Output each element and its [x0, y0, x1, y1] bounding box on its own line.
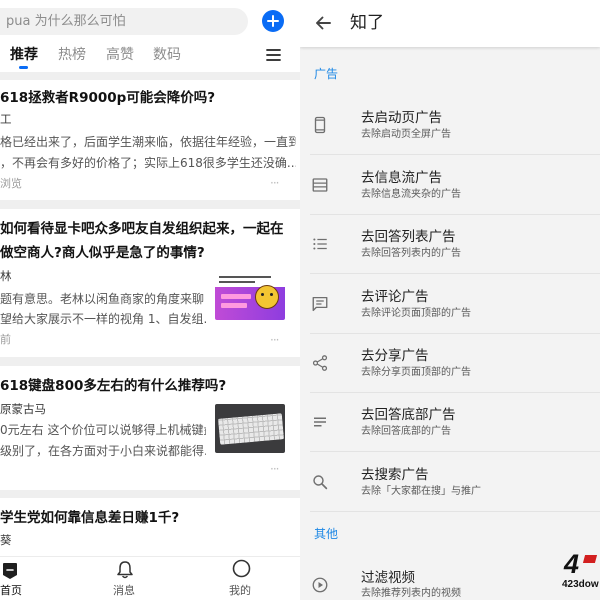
card-excerpt: 望给大家展示不一样的视角 1、自发组...: [0, 312, 206, 326]
app-bar: 知了: [300, 0, 600, 47]
play-circle-icon: [312, 577, 328, 593]
setting-row-filter-video[interactable]: 过滤视频 去除推荐列表内的视频: [300, 556, 600, 600]
add-button[interactable]: [262, 10, 284, 32]
card-author[interactable]: 林: [0, 268, 12, 284]
watermark-text: 423dow: [562, 579, 599, 590]
profile-icon[interactable]: [232, 559, 251, 578]
list-icon: [313, 238, 327, 250]
setting-subtitle: 去除回答底部的广告: [361, 426, 451, 437]
divider: [310, 511, 600, 512]
card-excerpt: ，不再会有多好的价格了；实际上618很多学生还没确...: [0, 156, 296, 170]
setting-row-answer-list-ad[interactable]: 去回答列表广告 去除回答列表内的广告: [300, 215, 600, 274]
setting-subtitle: 去除回答列表内的广告: [361, 248, 461, 259]
more-icon[interactable]: ···: [270, 332, 280, 348]
setting-subtitle: 去除推荐列表内的视频: [361, 588, 461, 599]
divider: [310, 273, 600, 274]
nav-profile[interactable]: 我的: [229, 584, 251, 597]
setting-row-answer-bottom-ad[interactable]: 去回答底部广告 去除回答底部的广告: [300, 393, 600, 452]
section-title-ads: 广告: [314, 67, 339, 81]
setting-row-feed-ad[interactable]: 去信息流广告 去除信息流夹杂的广告: [300, 156, 600, 215]
bottom-nav: 首页 消息 我的: [0, 556, 300, 600]
share-icon: [312, 355, 328, 371]
comment-icon: [312, 296, 328, 312]
nav-home[interactable]: 首页: [0, 584, 22, 597]
tab-digital[interactable]: 数码: [153, 45, 181, 65]
phone-icon: [314, 116, 326, 134]
more-icon[interactable]: ···: [270, 175, 280, 191]
setting-row-splash-ad[interactable]: 去启动页广告 去除启动页全屏广告: [300, 96, 600, 155]
divider: [310, 451, 600, 452]
card-title[interactable]: 618键盘800多左右的有什么推荐吗?: [0, 376, 296, 396]
more-icon[interactable]: ···: [270, 461, 280, 477]
card-excerpt: 级别了，在各方面对于小白来说都能得...: [0, 444, 206, 458]
tab-hot[interactable]: 热榜: [58, 45, 86, 65]
card-title[interactable]: 618拯救者R9000p可能会降价吗?: [0, 88, 296, 108]
card-author[interactable]: 葵: [0, 532, 12, 548]
search-icon: [313, 475, 328, 490]
active-tab-indicator: [19, 66, 28, 69]
setting-row-comment-ad[interactable]: 去评论广告 去除评论页面顶部的广告: [300, 275, 600, 334]
card-excerpt: 0元左右 这个价位可以说够得上机械键盘: [0, 423, 206, 437]
setting-title: 去评论广告: [361, 289, 429, 305]
watermark-logo: 4 423dow: [560, 550, 600, 595]
setting-title: 过滤视频: [361, 570, 415, 586]
setting-title: 去启动页广告: [361, 110, 442, 126]
card-title[interactable]: 学生党如何靠信息差日赚1千?: [0, 508, 296, 528]
search-input[interactable]: pua 为什么那么可怕: [6, 8, 126, 35]
card-author[interactable]: 工: [0, 111, 12, 127]
setting-row-search-ad[interactable]: 去搜索广告 去除「大家都在搜」与推广: [300, 453, 600, 512]
feed-panel: pua 为什么那么可怕 推荐 热榜 高赞 数码 618拯救者R9000p可能会降…: [0, 0, 300, 600]
search-bar[interactable]: pua 为什么那么可怕: [0, 8, 248, 35]
card-excerpt: 格已经出来了，后面学生潮来临，依据往年经验，一直到: [0, 135, 296, 149]
setting-title: 去信息流广告: [361, 170, 442, 186]
card-thumbnail[interactable]: [215, 404, 285, 453]
card-title[interactable]: 如何看待显卡吧众多吧友自发组织起来，一起在: [0, 219, 296, 239]
nav-messages[interactable]: 消息: [113, 584, 135, 597]
feed-icon: [312, 178, 328, 192]
card-meta: 前: [0, 333, 11, 346]
divider: [310, 154, 600, 155]
settings-panel: 知了 广告 去启动页广告 去除启动页全屏广告 去信息流广告 去除信息流夹杂的广告…: [300, 0, 600, 600]
tab-recommend[interactable]: 推荐: [10, 45, 38, 65]
setting-title: 去回答底部广告: [361, 407, 456, 423]
setting-subtitle: 去除「大家都在搜」与推广: [361, 486, 481, 497]
tab-top-voted[interactable]: 高赞: [106, 45, 134, 65]
bell-icon[interactable]: [116, 560, 134, 579]
setting-title: 去搜索广告: [361, 467, 429, 483]
setting-subtitle: 去除信息流夹杂的广告: [361, 189, 461, 200]
feed-card[interactable]: 学生党如何靠信息差日赚1千? 葵: [0, 498, 300, 556]
home-icon[interactable]: [2, 562, 18, 580]
page-title: 知了: [350, 13, 384, 33]
feed-card[interactable]: 如何看待显卡吧众多吧友自发组织起来，一起在 做空商人?商人似乎是急了的事情? 林…: [0, 209, 300, 357]
menu-icon[interactable]: [266, 48, 281, 62]
card-meta: 浏览: [0, 177, 22, 190]
setting-subtitle: 去除启动页全屏广告: [361, 129, 451, 140]
setting-row-share-ad[interactable]: 去分享广告 去除分享页面顶部的广告: [300, 334, 600, 393]
setting-title: 去回答列表广告: [361, 229, 456, 245]
card-title[interactable]: 做空商人?商人似乎是急了的事情?: [0, 243, 296, 263]
plus-icon: [267, 15, 279, 27]
card-thumbnail[interactable]: [215, 272, 285, 320]
card-excerpt: 题有意思。老林以闲鱼商家的角度来聊: [0, 292, 205, 306]
top-bar: pua 为什么那么可怕 推荐 热榜 高赞 数码: [0, 0, 300, 72]
notes-icon: [314, 417, 326, 427]
watermark-accent: [582, 555, 598, 563]
watermark-mark: 4: [564, 550, 580, 579]
setting-title: 去分享广告: [361, 348, 429, 364]
section-title-other: 其他: [314, 527, 339, 541]
arrow-back-icon[interactable]: [314, 14, 332, 32]
setting-subtitle: 去除评论页面顶部的广告: [361, 308, 471, 319]
feed-card[interactable]: 618拯救者R9000p可能会降价吗? 工 格已经出来了，后面学生潮来临，依据往…: [0, 80, 300, 200]
feed-card[interactable]: 618键盘800多左右的有什么推荐吗? 原蒙古马 0元左右 这个价位可以说够得上…: [0, 366, 300, 490]
setting-subtitle: 去除分享页面顶部的广告: [361, 367, 471, 378]
card-author[interactable]: 原蒙古马: [0, 401, 46, 417]
